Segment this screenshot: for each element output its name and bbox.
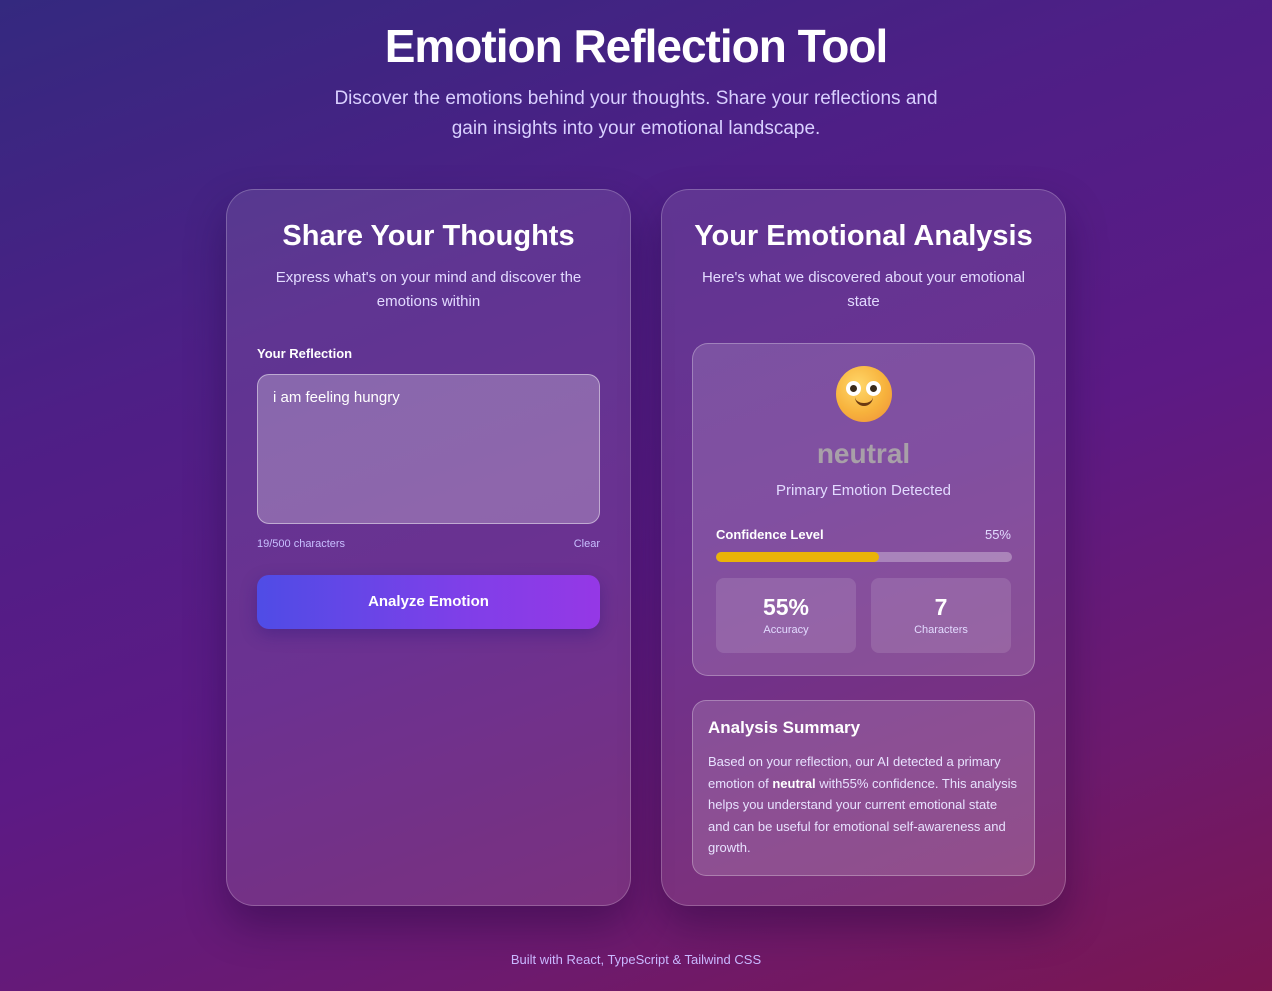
emotion-result-panel: neutral Primary Emotion Detected Confide… — [692, 343, 1035, 676]
characters-stat: 7 Characters — [871, 578, 1011, 653]
characters-label: Characters — [914, 624, 968, 636]
accuracy-value: 55% — [762, 594, 810, 620]
reflection-card: Share Your Thoughts Express what's on yo… — [226, 189, 631, 906]
page-subtitle: Discover the emotions behind your though… — [334, 88, 938, 139]
confidence-percent: 55% — [984, 527, 1011, 542]
characters-value: 7 — [934, 594, 948, 620]
accuracy-stat: 55% Accuracy — [716, 578, 856, 653]
neutral-face-icon — [836, 366, 892, 422]
character-counter: 19/500 characters — [257, 538, 346, 550]
summary-emotion: neutral — [772, 775, 816, 791]
analysis-card-subtitle: Here's what we discovered about your emo… — [701, 269, 1026, 310]
page-title: Emotion Reflection Tool — [384, 20, 889, 72]
accuracy-label: Accuracy — [763, 624, 809, 636]
page-header: Emotion Reflection Tool Discover the emo… — [0, 20, 1272, 144]
confidence-bar-fill — [716, 552, 879, 562]
analysis-summary: Analysis Summary Based on your reflectio… — [692, 700, 1035, 876]
analysis-card: Your Emotional Analysis Here's what we d… — [661, 189, 1066, 906]
reflection-textarea[interactable]: i am feeling hungry — [257, 374, 600, 524]
analyze-emotion-button[interactable]: Analyze Emotion — [257, 575, 600, 629]
emotion-caption: Primary Emotion Detected — [775, 482, 952, 499]
summary-title: Analysis Summary — [708, 718, 861, 737]
reflection-card-title: Share Your Thoughts — [282, 220, 575, 252]
confidence-bar — [716, 552, 1012, 562]
clear-button[interactable]: Clear — [574, 538, 600, 550]
detected-emotion: neutral — [816, 438, 911, 469]
reflection-label: Your Reflection — [257, 346, 353, 361]
summary-text: Based on your reflection, our AI detecte… — [708, 754, 1018, 855]
confidence-label: Confidence Level — [716, 527, 824, 542]
reflection-card-subtitle: Express what's on your mind and discover… — [275, 269, 582, 310]
analysis-card-title: Your Emotional Analysis — [694, 220, 1033, 252]
footer-text: Built with React, TypeScript & Tailwind … — [510, 952, 762, 967]
